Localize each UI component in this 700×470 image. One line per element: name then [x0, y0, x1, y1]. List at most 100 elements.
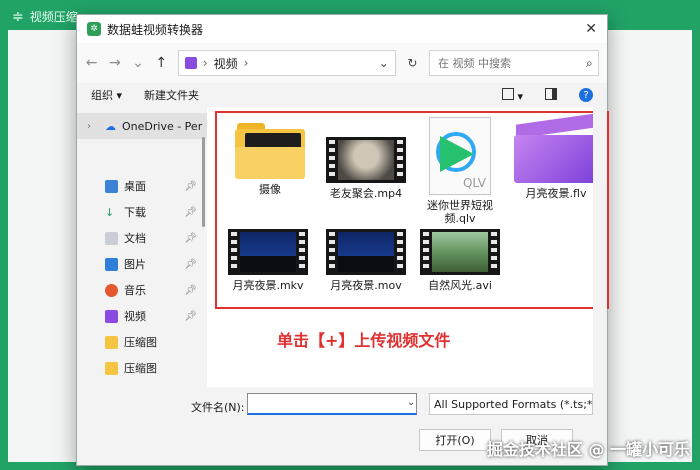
download-icon: ↓ — [105, 205, 115, 219]
document-icon — [105, 231, 118, 245]
file-name: 老友聚会.mp4 — [329, 187, 403, 200]
file-list-scrollbar[interactable] — [593, 107, 607, 387]
sidebar-item-compress-folder-2[interactable]: 压缩图 — [77, 355, 207, 381]
sidebar-item-label: 下载 — [124, 206, 146, 219]
folder-icon — [105, 361, 118, 375]
up-arrow-icon[interactable]: ↑ — [155, 52, 168, 74]
file-list-pane: 摄像 老友聚会.mp4 QLV 迷你世界短视频.qlv 月亮夜景.flv 月亮夜… — [207, 107, 609, 387]
organize-menu[interactable]: 组织 ▾ — [91, 87, 122, 103]
background-app-title: ≑ 视频压缩 — [12, 8, 78, 25]
dialog-title: 数据蛙视频转换器 — [107, 22, 204, 37]
clapperboard-icon — [514, 113, 598, 183]
filename-dropdown-icon[interactable]: ⌄ — [407, 397, 415, 408]
sidebar-item-label: 图片 — [124, 258, 146, 271]
view-options-icon[interactable]: ▾ — [501, 87, 523, 103]
new-folder-button[interactable]: 新建文件夹 — [144, 87, 199, 103]
pin-icon: 📌︎ — [184, 180, 197, 192]
address-bar[interactable]: › 视频 › ⌄ — [177, 50, 396, 76]
file-name: 摄像 — [259, 183, 281, 196]
sidebar-item-compress-folder[interactable]: 压缩图 — [77, 329, 207, 355]
folder-icon — [105, 335, 118, 349]
address-separator-2: › — [243, 56, 249, 70]
highlight-box: 摄像 老友聚会.mp4 QLV 迷你世界短视频.qlv 月亮夜景.flv 月亮夜… — [215, 111, 609, 309]
video-file-icon — [420, 229, 500, 275]
pin-icon: 📌︎ — [184, 258, 197, 270]
file-name: 自然风光.avi — [428, 279, 492, 292]
search-input[interactable] — [436, 55, 581, 71]
address-separator: › — [202, 56, 208, 70]
sidebar-item-downloads[interactable]: ↓ 下载 📌︎ — [77, 199, 207, 225]
sidebar-item-label: 压缩图 — [124, 336, 157, 349]
pin-icon: 📌︎ — [184, 206, 197, 218]
sidebar-item-label: 视频 — [124, 310, 146, 323]
sidebar-item-desktop[interactable]: 桌面 📌︎ — [77, 173, 207, 199]
file-item-mov[interactable]: 月亮夜景.mov — [321, 229, 411, 292]
file-item-folder-camera[interactable]: 摄像 — [225, 123, 315, 196]
video-file-icon — [326, 229, 406, 275]
command-toolbar: 组织 ▾ 新建文件夹 ▾ ? — [77, 83, 607, 107]
file-item-flv[interactable]: 月亮夜景.flv — [511, 113, 601, 200]
sidebar-item-label: 音乐 — [124, 284, 146, 297]
app-menu-icon: ≑ — [12, 8, 24, 25]
picture-icon — [105, 257, 118, 271]
pin-icon: 📌︎ — [184, 232, 197, 244]
app-title-text: 视频压缩 — [29, 10, 78, 24]
file-name: 迷你世界短视频.qlv — [427, 199, 493, 225]
forward-arrow-icon[interactable]: → — [108, 52, 121, 74]
navigation-bar: ← → ⌄ ↑ › 视频 › ⌄ ↻ ⌕ — [77, 43, 607, 83]
sidebar-item-label: 压缩图 — [124, 362, 157, 375]
video-library-icon — [184, 57, 197, 69]
filename-input[interactable] — [247, 393, 417, 415]
sidebar-item-label: OneDrive - Per — [122, 119, 203, 133]
pin-icon: 📌︎ — [184, 310, 197, 322]
expand-chevron-icon[interactable]: › — [87, 121, 91, 132]
refresh-icon[interactable]: ↻ — [406, 52, 419, 74]
search-box[interactable]: ⌕ — [429, 50, 600, 76]
address-dropdown-icon[interactable]: ⌄ — [379, 56, 389, 70]
file-item-mp4[interactable]: 老友聚会.mp4 — [321, 137, 411, 200]
upload-instruction: 单击【+】上传视频文件 — [277, 331, 451, 350]
video-file-icon — [326, 137, 406, 183]
sidebar-item-label: 桌面 — [124, 180, 146, 193]
file-item-qlv[interactable]: QLV 迷你世界短视频.qlv — [415, 117, 505, 225]
video-file-icon — [228, 229, 308, 275]
address-segment-video[interactable]: 视频 — [214, 55, 238, 72]
dialog-body: › ☁ OneDrive - Per 桌面 📌︎ ↓ 下载 📌︎ 文档 📌︎ 图… — [77, 107, 609, 387]
chevron-down-icon: ⌄ — [592, 399, 593, 410]
open-button[interactable]: 打开(O) — [419, 429, 491, 451]
qlv-file-icon: QLV — [429, 117, 491, 195]
music-icon — [105, 283, 118, 297]
file-type-value: All Supported Formats (*.ts;* — [434, 397, 593, 411]
file-name: 月亮夜景.mkv — [232, 279, 304, 292]
sidebar-item-onedrive[interactable]: › ☁ OneDrive - Per — [77, 113, 207, 139]
search-icon: ⌕ — [586, 55, 593, 70]
file-item-mkv[interactable]: 月亮夜景.mkv — [223, 229, 313, 292]
qlv-label: QLV — [462, 176, 486, 190]
sidebar-item-music[interactable]: 音乐 📌︎ — [77, 277, 207, 303]
file-name: 月亮夜景.mov — [330, 279, 402, 292]
sidebar-scrollbar[interactable] — [202, 137, 205, 227]
desktop-icon — [105, 179, 118, 193]
app-logo-icon: ✲ — [87, 22, 101, 36]
video-icon — [105, 309, 118, 323]
dialog-titlebar: ✲ 数据蛙视频转换器 ✕ — [77, 15, 607, 43]
file-type-select[interactable]: All Supported Formats (*.ts;* ⌄ — [429, 393, 593, 415]
folder-icon — [235, 123, 305, 179]
file-name: 月亮夜景.flv — [525, 187, 587, 200]
sidebar-item-documents[interactable]: 文档 📌︎ — [77, 225, 207, 251]
sidebar-item-videos[interactable]: 视频 📌︎ — [77, 303, 207, 329]
file-item-avi[interactable]: 自然风光.avi — [415, 229, 505, 292]
navigation-pane: › ☁ OneDrive - Per 桌面 📌︎ ↓ 下载 📌︎ 文档 📌︎ 图… — [77, 107, 207, 387]
sidebar-item-label: 文档 — [124, 232, 146, 245]
back-arrow-icon[interactable]: ← — [85, 52, 98, 74]
help-icon[interactable]: ? — [579, 88, 593, 102]
preview-pane-icon[interactable] — [545, 87, 557, 103]
pin-icon: 📌︎ — [184, 284, 197, 296]
close-icon[interactable]: ✕ — [585, 21, 597, 37]
recent-locations-chevron-icon[interactable]: ⌄ — [131, 52, 144, 74]
sidebar-item-pictures[interactable]: 图片 📌︎ — [77, 251, 207, 277]
watermark: 掘金技术社区 @ 一罐小可乐 — [486, 440, 690, 459]
cloud-icon: ☁ — [105, 119, 116, 133]
open-file-dialog: ✲ 数据蛙视频转换器 ✕ ← → ⌄ ↑ › 视频 › ⌄ ↻ ⌕ 组织 ▾ 新… — [76, 14, 609, 466]
filename-label: 文件名(N): — [191, 401, 245, 414]
